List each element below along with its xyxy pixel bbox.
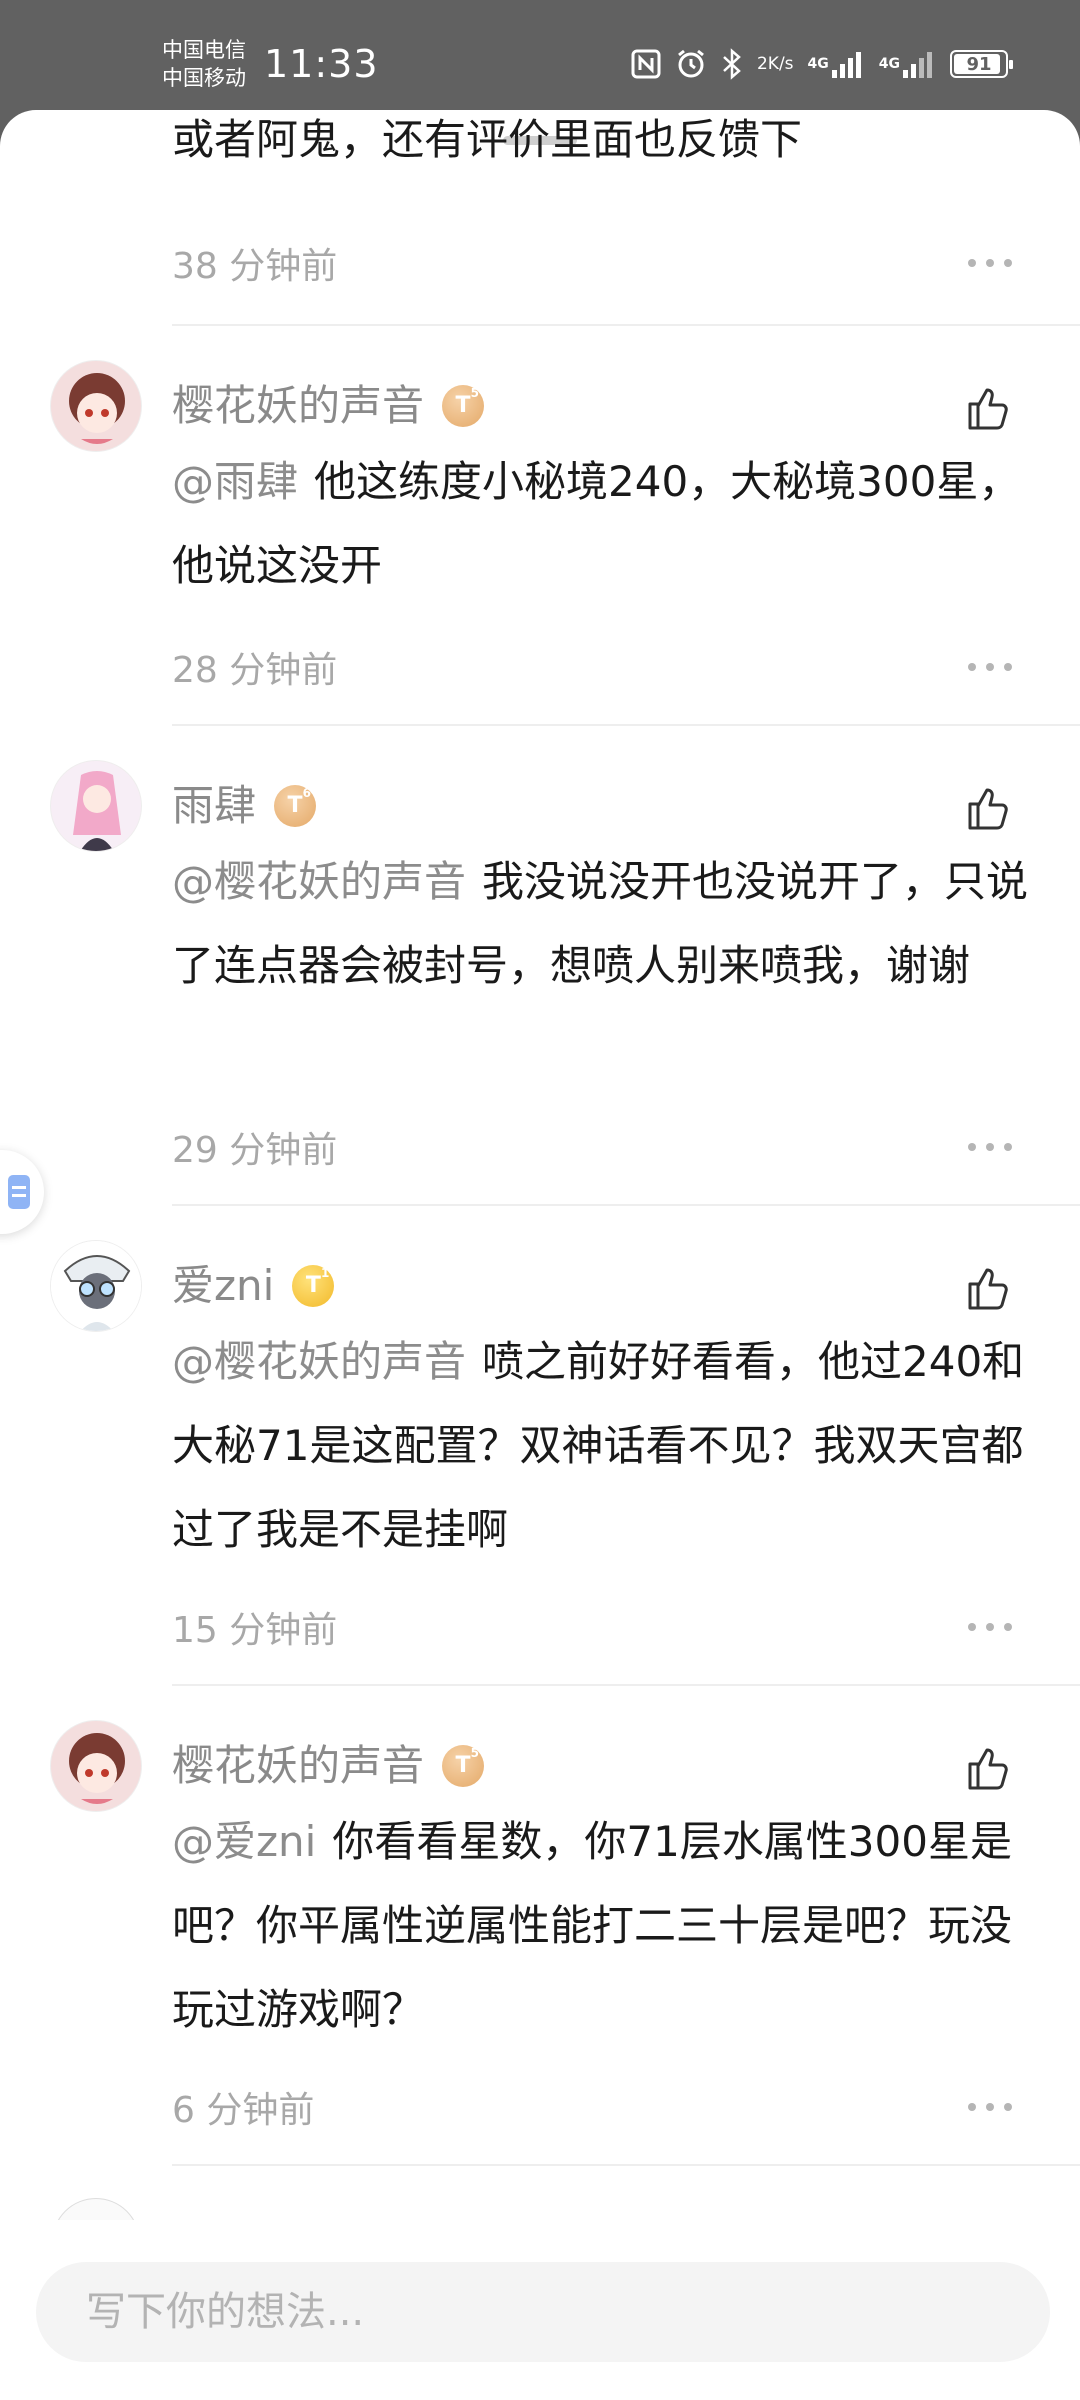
comment-content[interactable]: @爱zni 你看看星数，你71层水属性300星是吧？你平属性逆属性能打二三十层是吧… — [172, 1800, 1052, 2052]
comment-input[interactable] — [36, 2262, 1050, 2362]
level-badge-icon: T5 — [442, 385, 485, 427]
network-type-1: 4G — [807, 56, 829, 72]
comment-text: 他这练度小秘境240，大秘境300星，他说这没开 — [172, 457, 1021, 590]
level-badge-icon: T5 — [442, 1745, 485, 1787]
more-options-icon[interactable] — [968, 652, 1012, 682]
bluetooth-icon — [721, 48, 743, 80]
comment-time: 6 分钟前 — [172, 2090, 315, 2131]
mention-link[interactable]: @樱花妖的声音 — [172, 1337, 466, 1386]
more-options-icon[interactable] — [968, 1612, 1012, 1642]
divider — [172, 724, 1080, 726]
divider — [172, 1684, 1080, 1686]
carrier-2: 中国移动 — [162, 66, 246, 90]
partial-comment-meta: 38 分钟前 — [172, 238, 1032, 288]
nfc-icon — [631, 49, 661, 79]
comment-time: 29 分钟前 — [172, 1130, 338, 1171]
carrier-info: 中国电信 中国移动 — [162, 36, 246, 92]
partial-comment-text: 或者阿鬼，还有评价里面也反馈下 — [172, 115, 803, 164]
signal-icon-2: 4G — [879, 50, 936, 78]
avatar[interactable] — [50, 1240, 142, 1332]
more-options-icon[interactable] — [968, 2092, 1012, 2122]
network-type-2: 4G — [878, 56, 900, 72]
divider — [172, 2164, 1080, 2166]
comment-meta: 6 分钟前 — [172, 2082, 1032, 2132]
avatar[interactable] — [50, 1720, 142, 1812]
status-icons: 2 K/s 4G 4G 91 — [631, 44, 1013, 84]
comment-time: 28 分钟前 — [172, 650, 338, 691]
more-options-icon[interactable] — [968, 1132, 1012, 1162]
comment-content[interactable]: @樱花妖的声音 我没说没开也没说开了，只说了连点器会被封号，想喷人别来喷我，谢谢 — [172, 840, 1052, 1008]
comment-meta: 28 分钟前 — [172, 642, 1032, 692]
mention-link[interactable]: @樱花妖的声音 — [172, 857, 466, 906]
battery-icon: 91 — [950, 50, 1013, 78]
comment-sheet: 或者阿鬼，还有评价里面也反馈下 38 分钟前 樱花妖的声音 T5 @雨肆 他这练度… — [0, 110, 1080, 2400]
divider — [172, 324, 1080, 326]
alarm-icon — [675, 48, 707, 80]
carrier-1: 中国电信 — [162, 38, 246, 62]
menu-icon — [8, 1175, 30, 1209]
comment-input-bar — [0, 2220, 1080, 2400]
signal-icon-1: 4G — [808, 50, 865, 78]
like-icon[interactable] — [962, 1262, 1014, 1314]
like-icon[interactable] — [962, 1742, 1014, 1794]
divider — [172, 1204, 1080, 1206]
status-time: 11:33 — [264, 42, 379, 86]
username-text[interactable]: 爱zni — [172, 1258, 274, 1314]
comment-time: 15 分钟前 — [172, 1610, 338, 1651]
comment-username[interactable]: 爱zni T1 — [172, 1258, 335, 1314]
level-badge-icon: T1 — [292, 1265, 335, 1307]
like-icon[interactable] — [962, 782, 1014, 834]
comment-username[interactable]: 樱花妖的声音 T5 — [172, 378, 485, 434]
comment-time: 38 分钟前 — [172, 246, 338, 287]
comment-username[interactable]: 樱花妖的声音 T5 — [172, 1738, 485, 1794]
avatar[interactable] — [50, 760, 142, 852]
status-bar: 中国电信 中国移动 11:33 2 K/s 4G 4G 91 — [0, 0, 1080, 120]
username-text[interactable]: 樱花妖的声音 — [172, 378, 424, 434]
comment-meta: 29 分钟前 — [172, 1122, 1032, 1172]
avatar[interactable] — [50, 360, 142, 452]
comment-meta: 15 分钟前 — [172, 1602, 1032, 1652]
mention-link[interactable]: @爱zni — [172, 1817, 316, 1866]
username-text[interactable]: 樱花妖的声音 — [172, 1738, 424, 1794]
mention-link[interactable]: @雨肆 — [172, 457, 298, 506]
comment-content[interactable]: @雨肆 他这练度小秘境240，大秘境300星，他说这没开 — [172, 440, 1052, 608]
net-speed: 2 K/s — [756, 53, 794, 74]
comment-content[interactable]: @樱花妖的声音 喷之前好好看看，他过240和大秘71是这配置？双神话看不见？我双天… — [172, 1320, 1052, 1572]
comment-username[interactable]: 雨肆 T6 — [172, 778, 317, 834]
username-text[interactable]: 雨肆 — [172, 778, 256, 834]
more-options-icon[interactable] — [968, 248, 1012, 278]
floating-side-tab[interactable] — [0, 1150, 44, 1234]
battery-level: 91 — [966, 53, 992, 75]
like-icon[interactable] — [962, 382, 1014, 434]
net-speed-unit: K/s — [767, 53, 794, 74]
net-speed-value: 2 — [756, 53, 768, 74]
level-badge-icon: T6 — [274, 785, 317, 827]
